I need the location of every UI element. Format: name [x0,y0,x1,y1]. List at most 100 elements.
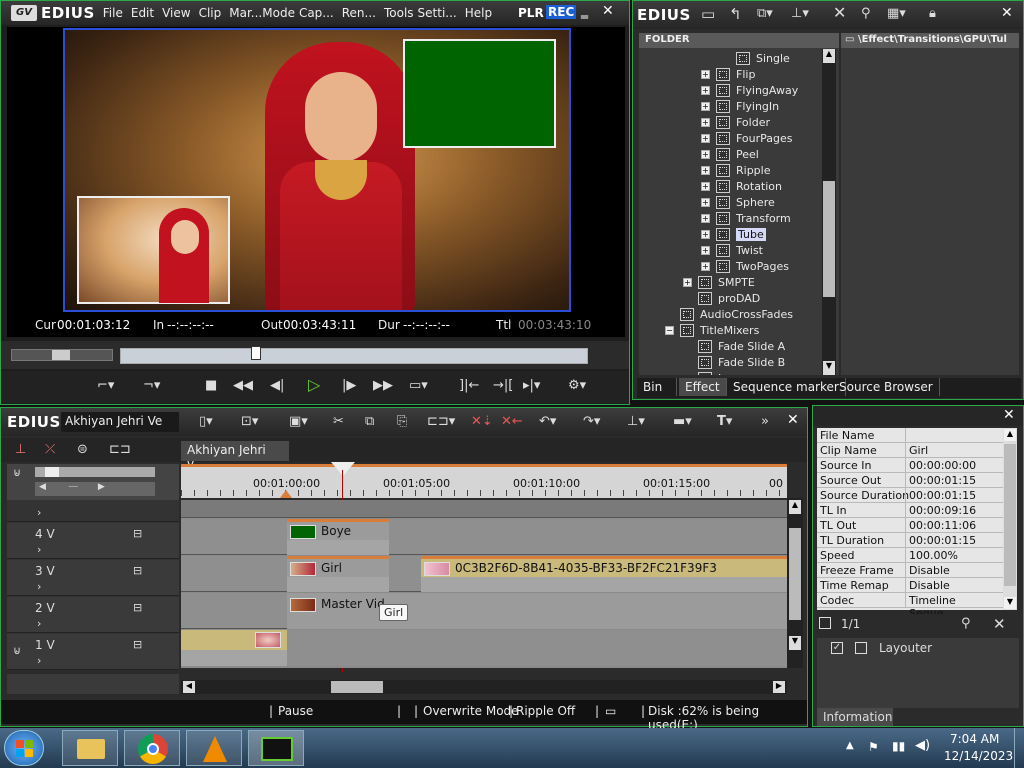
set-marker-icon[interactable]: ⊥▾ [627,413,645,431]
menu-help[interactable]: Help [465,6,492,20]
set-out-icon[interactable]: ¬▾ [143,377,160,395]
expand-icon[interactable]: + [701,213,710,223]
expand-icon[interactable]: + [701,101,710,111]
jog-slider[interactable] [11,349,113,361]
timeline-close-icon[interactable]: ✕ [787,412,799,428]
tab-effect[interactable]: Effect [679,378,727,396]
stop-icon[interactable]: ■ [205,377,217,395]
tree-item-twopages[interactable]: + TwoPages [701,258,789,274]
vlc-taskbar-icon[interactable] [186,730,242,766]
tab-information[interactable]: Information [817,708,893,726]
properties-icon[interactable]: ⚲ [861,5,871,23]
tree-item-twist[interactable]: + Twist [701,242,763,258]
previous-edit-icon[interactable]: ]|← [459,377,479,395]
sequence-tab[interactable]: Akhiyan Jehri v... [181,441,289,471]
undo-icon[interactable]: ↶▾ [539,413,556,431]
edius-taskbar-icon[interactable] [248,730,304,766]
expand-icon[interactable]: + [701,69,710,79]
track-lock-icon[interactable]: ⊌ [13,466,21,479]
timeline-hscroll[interactable]: ◀ ▶ [181,680,787,694]
expand-icon[interactable]: + [701,197,710,207]
menu-view[interactable]: View [162,6,190,20]
menu-marker[interactable]: Mar... [229,6,262,20]
save-project-icon[interactable]: ▣▾ [289,413,308,431]
play-icon[interactable]: ▷ [308,376,320,394]
tree-item-sphere[interactable]: + Sphere [701,194,775,210]
clock-date[interactable]: 12/14/2023 [944,749,1013,763]
chrome-taskbar-icon[interactable] [124,730,180,766]
expand-icon[interactable]: + [701,85,710,95]
menu-settings[interactable]: Setti... [418,6,457,20]
tree-item-smpte[interactable]: + SMPTE [683,274,755,290]
explorer-taskbar-icon[interactable] [62,730,118,766]
new-sequence-icon[interactable]: ▯▾ [199,413,213,431]
menu-file[interactable]: File [103,6,123,20]
menu-edit[interactable]: Edit [131,6,154,20]
lock-icon[interactable]: 🔒︎ [929,5,936,23]
expand-icon[interactable]: + [701,149,710,159]
clip-guid[interactable]: 0C3B2F6D-8B41-4035-BF33-BF2FC21F39F3 [421,556,787,592]
action-center-icon[interactable]: ⚑ [868,740,879,754]
mode-icon-1[interactable]: ⊥ [15,441,26,459]
set-in-icon[interactable]: ⌐▾ [97,377,114,395]
tab-bin[interactable]: Bin [637,378,677,396]
tree-item-rotation[interactable]: + Rotation [701,178,782,194]
step-back-icon[interactable]: ◀| [270,377,284,395]
timeline-ruler[interactable]: 00:01:00:00 00:01:05:00 00:01:10:00 00:01:1… [181,464,787,498]
view-icon[interactable]: ⧉▾ [757,5,773,23]
tree-item-audiocrossfades[interactable]: AudioCrossFades [665,306,793,322]
menu-render[interactable]: Ren... [342,6,376,20]
next-edit-icon[interactable]: →|[ [493,377,513,395]
menu-clip[interactable]: Clip [199,6,222,20]
menu-tools[interactable]: Tools [384,6,414,20]
expand-icon[interactable]: + [701,181,710,191]
tab-sequence-marker[interactable]: Sequence marker [727,378,846,396]
tree-item-fade-slide-a[interactable]: Fade Slide A [683,338,785,354]
layout-icon[interactable]: ▦▾ [887,5,906,23]
folder-icon[interactable]: ▭ [701,5,715,23]
tree-scrollbar[interactable]: ▲ ▼ [822,49,836,375]
layer-layouter[interactable]: Layouter [879,641,932,655]
cut-icon[interactable]: ✂ [333,413,344,431]
more-icon[interactable]: » [761,413,769,431]
track-1v-sync-icon[interactable]: ⊌ [13,644,21,657]
tree-item-tube[interactable]: + Tube [701,226,766,242]
tree-item-prodad[interactable]: proDAD [683,290,760,306]
tree-item-flip[interactable]: + Flip [701,66,755,82]
minimize-icon[interactable]: ‗ [581,3,588,19]
expand-icon[interactable]: + [701,229,710,239]
mode-icon-3[interactable]: ⊜ [77,441,88,459]
expand-icon[interactable]: + [683,277,692,287]
open-project-icon[interactable]: ⊡▾ [241,413,258,431]
add-to-timeline-icon[interactable]: ⊥▾ [791,5,809,23]
tree-item-ripple[interactable]: + Ripple [701,162,771,178]
track-4v-toggle-icon[interactable]: ⊟ [133,527,142,540]
ripple-delete-icon[interactable]: ✕← [501,413,523,431]
tree-item-transform[interactable]: + Transform [701,210,791,226]
clip-boye[interactable]: Boye [287,519,389,555]
menu-mode[interactable]: Mode [262,6,295,20]
paste-icon[interactable]: ⎘ [397,413,407,431]
tree-item-titlemixers[interactable]: − TitleMixers [665,322,759,338]
library-close-icon[interactable]: ✕ [1001,5,1013,21]
layer-checkbox[interactable]: ✓ [831,642,843,654]
delete-clip-icon[interactable]: ✕⇣ [471,413,493,431]
loop-icon[interactable]: ▭▾ [409,377,428,395]
insert-icon[interactable]: ▸|▾ [523,377,540,395]
tree-item-flyingaway[interactable]: + FlyingAway [701,82,798,98]
tree-item-folder[interactable]: + Folder [701,114,770,130]
track-select[interactable]: ◀ ⎯⎯ ▶ [35,482,155,496]
link-icon[interactable]: ⊏⊐▾ [427,413,455,431]
properties-close-icon[interactable]: ✕ [1003,407,1015,423]
title-icon[interactable]: T▾ [717,413,732,431]
track-header-3v[interactable]: 3 V ⊟ › [7,560,179,596]
tree-item-fade-slide-b[interactable]: Fade Slide B [683,354,785,370]
track-1v-toggle-icon[interactable]: ⊟ [133,638,142,651]
track-2v-toggle-icon[interactable]: ⊟ [133,601,142,614]
network-icon[interactable]: ▮▮ [892,739,905,753]
mode-icon-2[interactable]: ⤫ [45,441,55,459]
menu-capture[interactable]: Cap... [299,6,334,20]
expand-icon[interactable]: + [701,245,710,255]
properties-scrollbar[interactable]: ▲ ▼ [1003,428,1017,610]
tree-item-laser[interactable]: Laser [683,370,748,375]
